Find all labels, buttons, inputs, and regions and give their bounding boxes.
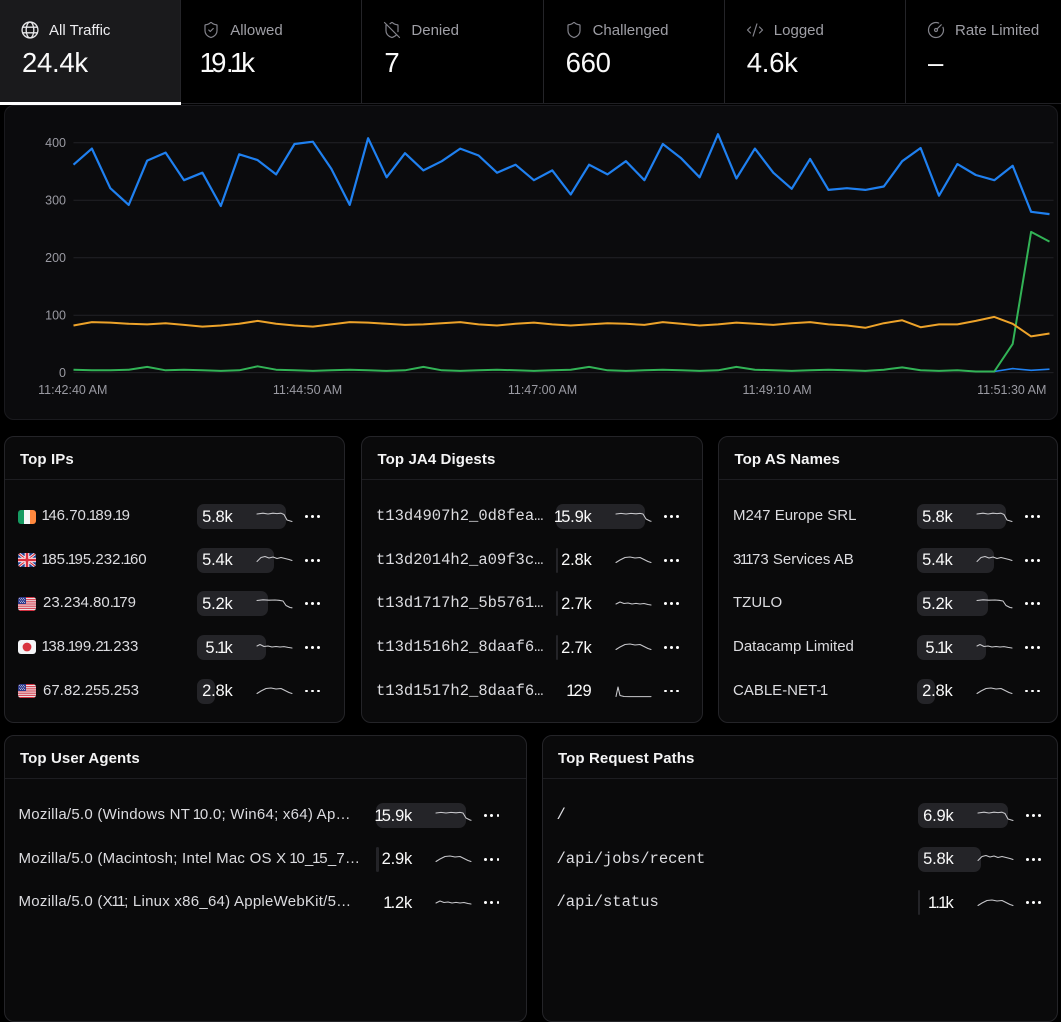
svg-text:100: 100 [45,308,66,322]
svg-text:11:42:40 AM: 11:42:40 AM [38,383,107,397]
svg-text:400: 400 [45,136,66,150]
svg-text:11:49:10 AM: 11:49:10 AM [742,383,811,397]
svg-text:11:44:50 AM: 11:44:50 AM [272,383,341,397]
svg-text:300: 300 [45,193,66,207]
svg-text:200: 200 [45,250,66,264]
svg-text:11:51:30 AM: 11:51:30 AM [977,383,1046,397]
svg-text:11:47:00 AM: 11:47:00 AM [507,383,576,397]
svg-text:0: 0 [59,365,66,379]
